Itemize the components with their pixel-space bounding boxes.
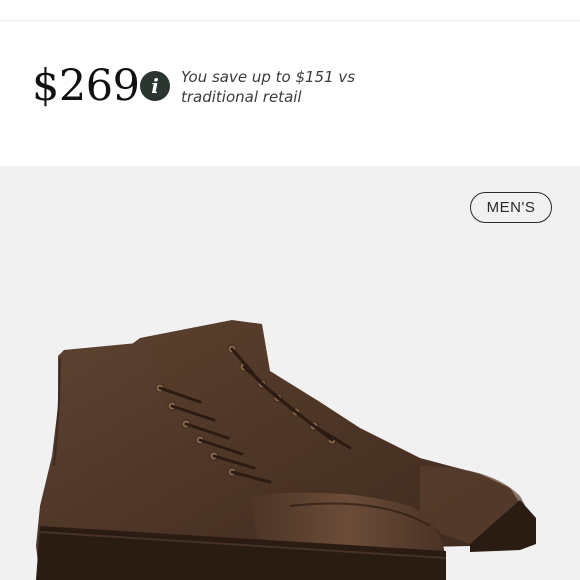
savings-note: You save up to $151 vs traditional retai… bbox=[181, 67, 401, 107]
product-image-boots[interactable] bbox=[0, 166, 580, 580]
product-price: $269 bbox=[32, 61, 140, 111]
savings-line-1: You save up to $151 vs bbox=[181, 68, 356, 86]
info-icon[interactable]: i bbox=[140, 71, 170, 101]
mens-category-badge[interactable]: MEN'S bbox=[470, 192, 552, 223]
info-icon-glyph: i bbox=[151, 74, 159, 98]
savings-line-2: traditional retail bbox=[181, 88, 302, 106]
product-image-area: MEN'S bbox=[0, 166, 580, 580]
price-section: $269 i You save up to $151 vs traditiona… bbox=[0, 21, 580, 166]
